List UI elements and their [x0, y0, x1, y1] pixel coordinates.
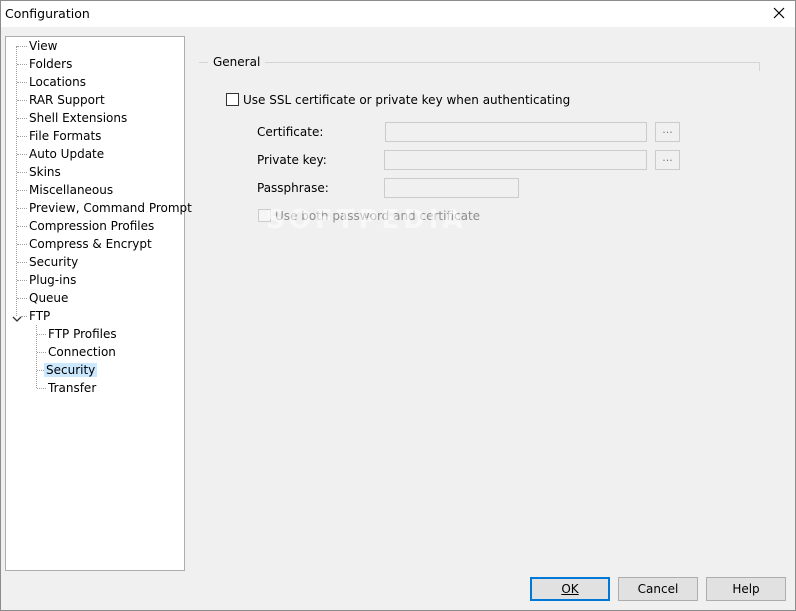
tree-connector: [17, 172, 27, 173]
tree-item-preview-command-prompt[interactable]: Preview, Command Prompt: [27, 199, 194, 217]
tree-connector: [37, 388, 46, 389]
tree-connector: [17, 280, 27, 281]
certificate-browse-button[interactable]: ...: [655, 122, 680, 142]
general-groupbox: [199, 62, 760, 71]
tree-item-label: Auto Update: [29, 147, 105, 161]
tree-item-label: Security: [44, 363, 98, 377]
tree-connector: [17, 244, 27, 245]
general-group-label: General: [208, 55, 266, 69]
tree-connector: [17, 190, 27, 191]
tree-item-label: Skins: [29, 165, 61, 179]
tree-item-locations[interactable]: Locations: [27, 73, 88, 91]
tree-connector: [17, 46, 27, 47]
tree-item-transfer[interactable]: Transfer: [46, 379, 98, 397]
tree-item-label: FTP: [29, 309, 51, 323]
passphrase-field[interactable]: [384, 178, 519, 198]
tree-item-label: File Formats: [29, 129, 102, 143]
tree-item-label: Folders: [29, 57, 73, 71]
tree-item-label: Security: [29, 255, 79, 269]
tree-item-label: FTP Profiles: [48, 327, 117, 341]
ok-button-label: OK: [561, 582, 579, 596]
tree-item-ftp-profiles[interactable]: FTP Profiles: [46, 325, 119, 343]
tree-item-label: Compress & Encrypt: [29, 237, 152, 251]
tree-item-label: Queue: [29, 291, 69, 305]
certificate-label: Certificate:: [257, 125, 324, 139]
ssl-checkbox-label[interactable]: Use SSL certificate or private key when …: [243, 93, 570, 107]
tree-item-label: Plug-ins: [29, 273, 77, 287]
help-button-label: Help: [732, 582, 760, 596]
tree-item-plug-ins[interactable]: Plug-ins: [27, 271, 78, 289]
ssl-checkbox[interactable]: [226, 93, 239, 106]
tree-connector: [17, 82, 27, 83]
tree-item-compress-encrypt[interactable]: Compress & Encrypt: [27, 235, 154, 253]
tree-item-folders[interactable]: Folders: [27, 55, 74, 73]
tree-connector: [17, 118, 27, 119]
tree-item-label: Transfer: [48, 381, 97, 395]
tree-item-label: Locations: [29, 75, 87, 89]
tree-item-ftp-security[interactable]: Security: [44, 361, 98, 379]
cancel-button-label: Cancel: [637, 582, 679, 596]
certificate-field[interactable]: [385, 122, 647, 142]
tree-item-rar-support[interactable]: RAR Support: [27, 91, 107, 109]
settings-tree[interactable]: View Folders Locations RAR Support Shell…: [5, 36, 192, 571]
tree-connector: [17, 208, 27, 209]
tree-connector: [37, 352, 46, 353]
tree-item-compression-profiles[interactable]: Compression Profiles: [27, 217, 156, 235]
close-icon: [773, 7, 785, 19]
tree-item-shell-extensions[interactable]: Shell Extensions: [27, 109, 129, 127]
private-key-label: Private key:: [257, 153, 327, 167]
close-button[interactable]: [769, 3, 789, 23]
tree-item-label: Miscellaneous: [29, 183, 114, 197]
chevron-down-icon[interactable]: [12, 314, 22, 324]
tree-connector: [17, 100, 27, 101]
cancel-button[interactable]: Cancel: [618, 577, 698, 601]
both-credentials-label[interactable]: Use both password and certificate: [275, 209, 480, 223]
tree-item-file-formats[interactable]: File Formats: [27, 127, 103, 145]
tree-connector: [17, 226, 27, 227]
tree-item-label: Shell Extensions: [29, 111, 128, 125]
tree-item-connection[interactable]: Connection: [46, 343, 118, 361]
tree-item-label: Compression Profiles: [29, 219, 155, 233]
private-key-field[interactable]: [384, 150, 647, 170]
tree-connector: [16, 46, 17, 316]
tree-connector: [17, 154, 27, 155]
passphrase-label: Passphrase:: [257, 181, 329, 195]
help-button[interactable]: Help: [706, 577, 786, 601]
tree-item-ftp[interactable]: FTP: [27, 307, 52, 325]
tree-item-queue[interactable]: Queue: [27, 289, 70, 307]
tree-item-view[interactable]: View: [27, 37, 59, 55]
tree-item-label: RAR Support: [29, 93, 105, 107]
tree-item-security[interactable]: Security: [27, 253, 80, 271]
title-bar: Configuration: [1, 1, 795, 27]
tree-item-label: View: [29, 39, 58, 53]
tree-item-auto-update[interactable]: Auto Update: [27, 145, 106, 163]
tree-connector: [17, 262, 27, 263]
tree-connector: [17, 136, 27, 137]
private-key-browse-button[interactable]: ...: [655, 150, 680, 170]
tree-connector: [37, 334, 46, 335]
configuration-dialog: Configuration View Folders Locations RAR…: [0, 0, 796, 611]
tree-item-label: Preview, Command Prompt: [29, 201, 192, 215]
tree-item-miscellaneous[interactable]: Miscellaneous: [27, 181, 115, 199]
ok-button[interactable]: OK: [530, 577, 610, 601]
both-credentials-checkbox[interactable]: [258, 209, 271, 222]
window-title: Configuration: [5, 6, 90, 21]
tree-connector: [17, 64, 27, 65]
tree-item-label: Connection: [48, 345, 116, 359]
tree-item-skins[interactable]: Skins: [27, 163, 63, 181]
tree-connector: [17, 298, 27, 299]
